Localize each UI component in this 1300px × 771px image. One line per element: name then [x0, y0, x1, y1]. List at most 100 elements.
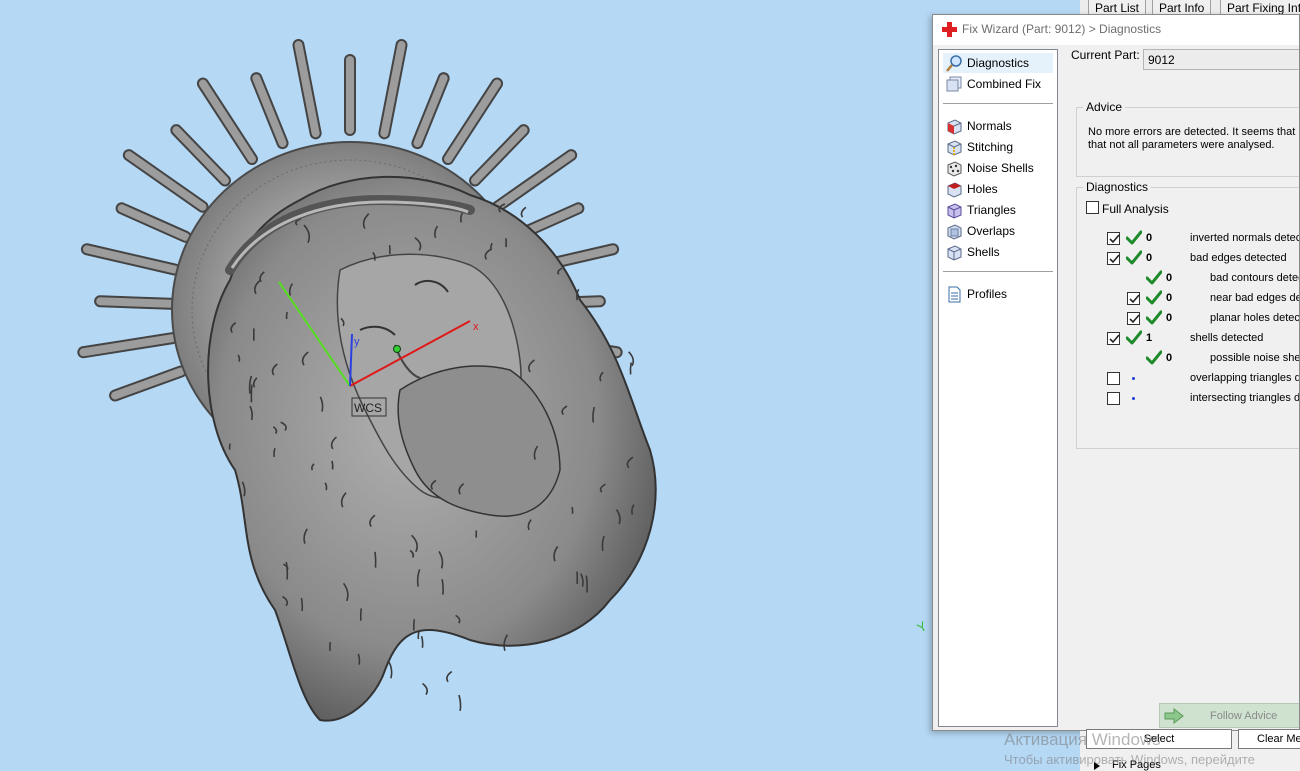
magnifier-icon [946, 55, 962, 72]
nav-label: Triangles [967, 203, 1016, 217]
halo-ray-fill [413, 74, 448, 148]
ok-check-icon [1126, 250, 1142, 265]
row-label: bad contours detec [1210, 272, 1300, 284]
halo-ray-fill [172, 126, 229, 185]
checkmark-icon [1109, 334, 1120, 344]
hair-strand [458, 694, 462, 712]
full-analysis-checkbox[interactable] [1086, 201, 1099, 214]
nav-item-triangles[interactable]: Triangles [943, 200, 1053, 220]
checkmark-icon [1109, 234, 1120, 244]
advice-text: No more errors are detected. It seems th… [1088, 126, 1295, 152]
follow-advice-button[interactable]: Follow Advice [1159, 703, 1299, 728]
advice-group-title: Advice [1083, 100, 1126, 114]
advice-group: Advice No more errors are detected. It s… [1076, 100, 1299, 177]
model-render: x y WCS Y [77, 38, 930, 722]
ok-check-icon [1146, 350, 1162, 365]
full-analysis-label: Full Analysis [1102, 202, 1169, 216]
halo-ray-fill [117, 204, 190, 241]
halo-ray-fill [82, 245, 179, 274]
advice-line: No more errors are detected. It seems th… [1088, 126, 1296, 138]
row-count: 0 [1166, 312, 1173, 324]
fix-wizard-dialog: Fix Wizard (Part: 9012) > Diagnostics Di… [932, 14, 1300, 731]
combined-fix-icon [946, 76, 962, 92]
row-label: bad edges detected [1190, 252, 1287, 264]
activation-watermark-text: Чтобы активировать Windows, перейдите [1004, 752, 1255, 767]
ok-check-icon [1146, 310, 1162, 325]
halo-ray-fill [252, 74, 287, 148]
row-label: overlapping triangles d [1190, 372, 1300, 384]
clear-button[interactable]: Clear Me [1238, 729, 1300, 749]
checkmark-icon [1129, 294, 1140, 304]
hair-strand [422, 682, 428, 695]
diagnostic-row-bad-contours: 0 bad contours detec [933, 268, 1300, 288]
dialog-title: Fix Wizard (Part: 9012) > Diagnostics [962, 22, 1162, 36]
row-checkbox[interactable] [1107, 372, 1120, 385]
current-part-label: Current Part: [1071, 48, 1140, 62]
pending-dot-icon [1132, 397, 1135, 400]
halo-ray-fill [444, 79, 502, 164]
row-checkbox[interactable] [1107, 232, 1120, 245]
row-checkbox[interactable] [1107, 252, 1120, 265]
hair-strand [331, 460, 334, 470]
row-checkbox[interactable] [1107, 392, 1120, 405]
row-checkbox[interactable] [1107, 332, 1120, 345]
diagnostic-row-overlapping-triangles: overlapping triangles d [933, 368, 1300, 388]
nav-item-combined-fix[interactable]: Combined Fix [943, 74, 1053, 94]
dialog-titlebar[interactable]: Fix Wizard (Part: 9012) > Diagnostics [933, 15, 1299, 45]
halo-ray-fill [493, 151, 576, 211]
nav-separator [943, 103, 1053, 104]
ok-check-icon [1126, 330, 1142, 345]
nav-label: Normals [967, 119, 1012, 133]
halo-ray-fill [124, 151, 207, 211]
activation-watermark-title: Активация Windows [1004, 730, 1161, 749]
diagnostic-row-bad-edges: 0 bad edges detected [933, 248, 1299, 268]
nav-item-noise-shells[interactable]: Noise Shells [943, 158, 1053, 178]
row-checkbox[interactable] [1127, 292, 1140, 305]
row-label: shells detected [1190, 332, 1264, 344]
row-label: inverted normals detec [1190, 232, 1300, 244]
ok-check-icon [1146, 270, 1162, 285]
nav-label: Holes [967, 182, 998, 196]
axis-x-label: x [473, 321, 479, 333]
diagnostics-group-title: Diagnostics [1083, 180, 1152, 194]
diagnostic-row-near-bad-edges: 0 near bad edges de [933, 288, 1299, 308]
diagnostic-row-planar-holes: 0 planar holes detect [933, 308, 1299, 328]
nav-item-normals[interactable]: Normals [943, 116, 1053, 136]
row-checkbox[interactable] [1127, 312, 1140, 325]
corner-axis-label: Y [914, 618, 929, 635]
normals-cube-icon [947, 119, 962, 135]
halo-ray-fill [96, 297, 175, 308]
advice-line: that not all parameters were analysed. [1088, 139, 1275, 151]
checkmark-icon [1109, 254, 1120, 264]
diagnostic-row-inverted-normals: 0 inverted normals detec [933, 228, 1300, 248]
checkmark-icon [1129, 314, 1140, 324]
nav-label: Noise Shells [967, 161, 1034, 175]
diagnostic-row-shells: 1 shells detected [933, 328, 1299, 348]
hair-strand [520, 206, 527, 218]
triangles-cube-icon [947, 203, 962, 219]
row-count: 0 [1166, 352, 1173, 364]
diagnostic-row-intersecting-triangles: intersecting triangles d [933, 388, 1300, 408]
stitching-cube-icon [947, 140, 962, 156]
nav-item-holes[interactable]: Holes [943, 179, 1053, 199]
nav-label: Stitching [967, 140, 1014, 154]
nav-label: Diagnostics [967, 56, 1030, 70]
hair-strand [273, 447, 276, 458]
row-label: intersecting triangles d [1190, 392, 1300, 404]
row-count: 0 [1166, 272, 1173, 284]
hair-strand [420, 635, 424, 648]
pending-dot-icon [1132, 377, 1135, 380]
follow-advice-label: Follow Advice [1210, 710, 1278, 722]
hair-strand [417, 631, 420, 640]
nav-item-stitching[interactable]: Stitching [943, 137, 1053, 157]
halo-ray-fill [471, 126, 528, 185]
current-part-field[interactable]: 9012 [1143, 49, 1299, 70]
nav-item-diagnostics[interactable]: Diagnostics [943, 53, 1053, 73]
row-count: 0 [1166, 292, 1173, 304]
pivot-marker [393, 345, 401, 353]
hair-strand [300, 597, 304, 612]
hair-strand [585, 575, 588, 593]
hair-strand [629, 362, 632, 375]
hair-strand [374, 551, 377, 568]
hair-strand [387, 660, 393, 679]
